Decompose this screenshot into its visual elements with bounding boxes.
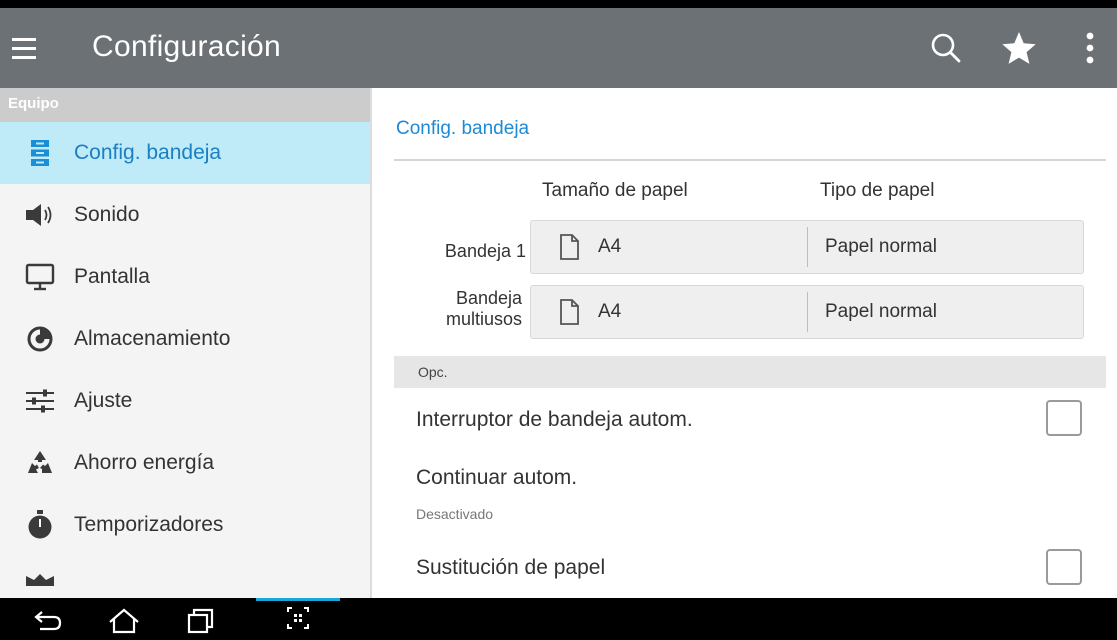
sidebar-item-label: Temporizadores [74, 513, 224, 536]
search-icon[interactable] [928, 30, 964, 66]
sidebar-item-label: Ajuste [74, 389, 133, 412]
title-divider [394, 159, 1106, 161]
tray-icon [24, 138, 56, 168]
sidebar-item-ahorro-energia[interactable]: Ahorro energía [0, 432, 370, 494]
sidebar-item-label: Config. bandeja [74, 141, 222, 164]
sidebar-item-pantalla[interactable]: Pantalla [0, 246, 370, 308]
sidebar-item-ajuste[interactable]: Ajuste [0, 370, 370, 432]
cell-divider [807, 227, 808, 267]
settings-sidebar: Equipo Config. bandeja Sonido Pantalla A… [0, 88, 372, 598]
tray-1-paper-size: A4 [598, 236, 622, 257]
sidebar-item-label: Almacenamiento [74, 327, 231, 350]
more-vert-icon[interactable] [1078, 30, 1102, 66]
column-header-paper-size: Tamaño de papel [542, 180, 688, 201]
sidebar-item-label: Sonido [74, 203, 140, 226]
tray-mp-label-line2: multiusos [445, 309, 522, 329]
home-icon[interactable] [104, 602, 144, 638]
active-indicator [256, 598, 340, 601]
tray-1-paper-type: Papel normal [825, 236, 937, 257]
option-auto-continue-value: Desactivado [416, 506, 494, 522]
tray-mp-settings-button[interactable]: A4 Papel normal [530, 285, 1084, 339]
options-section-header: Opc. [394, 356, 1106, 388]
app-bar: Configuración [0, 8, 1117, 88]
screen-capture-icon[interactable] [256, 598, 340, 638]
tray-settings-panel: Config. bandeja Tamaño de papel Tipo de … [372, 88, 1117, 598]
document-icon [559, 234, 579, 260]
tray-mp-paper-type: Papel normal [825, 301, 937, 322]
tray-1-label-text: Bandeja 1 [444, 241, 526, 261]
option-auto-tray-switch-label[interactable]: Interruptor de bandeja autom. [416, 408, 693, 432]
star-icon[interactable] [1000, 30, 1038, 66]
sidebar-item-temporizadores[interactable]: Temporizadores [0, 494, 370, 556]
back-icon[interactable] [30, 602, 66, 638]
settings-screen: Configuración Equipo Config. bandeja Son… [0, 0, 1117, 640]
sliders-icon [24, 386, 56, 416]
sidebar-item-config-bandeja[interactable]: Config. bandeja [0, 122, 370, 184]
tray-mp-label-line1: Bandeja [455, 288, 522, 308]
app-title: Configuración [92, 30, 282, 63]
storage-icon [24, 324, 56, 354]
recent-apps-icon[interactable] [180, 602, 220, 638]
monitor-icon [24, 262, 56, 292]
option-paper-substitution-label[interactable]: Sustitución de papel [416, 556, 605, 580]
sidebar-item-label: Ahorro energía [74, 451, 215, 474]
sidebar-item-label: Pantalla [74, 265, 150, 288]
document-icon [559, 299, 579, 325]
paper-substitution-checkbox[interactable] [1046, 549, 1082, 585]
tray-1-label: Bandeja 1 [396, 241, 526, 262]
sidebar-item-sonido[interactable]: Sonido [0, 184, 370, 246]
system-nav-bar [0, 598, 1117, 640]
tray-mp-paper-size: A4 [598, 301, 622, 322]
page-title: Config. bandeja [396, 118, 530, 139]
sidebar-item-almacenamiento[interactable]: Almacenamiento [0, 308, 370, 370]
cell-divider [807, 292, 808, 332]
auto-tray-switch-checkbox[interactable] [1046, 400, 1082, 436]
partial-icon [24, 556, 56, 586]
sidebar-item-partial[interactable] [0, 556, 370, 586]
column-header-paper-type: Tipo de papel [820, 180, 935, 201]
stopwatch-icon [24, 510, 56, 540]
option-auto-continue-label[interactable]: Continuar autom. [416, 466, 577, 490]
recycle-icon [24, 448, 56, 478]
tray-1-settings-button[interactable]: A4 Papel normal [530, 220, 1084, 274]
sidebar-section-header: Equipo [0, 88, 370, 122]
tray-mp-label: Bandeja multiusos [396, 288, 522, 330]
speaker-icon [24, 200, 56, 230]
menu-icon[interactable] [12, 30, 42, 66]
